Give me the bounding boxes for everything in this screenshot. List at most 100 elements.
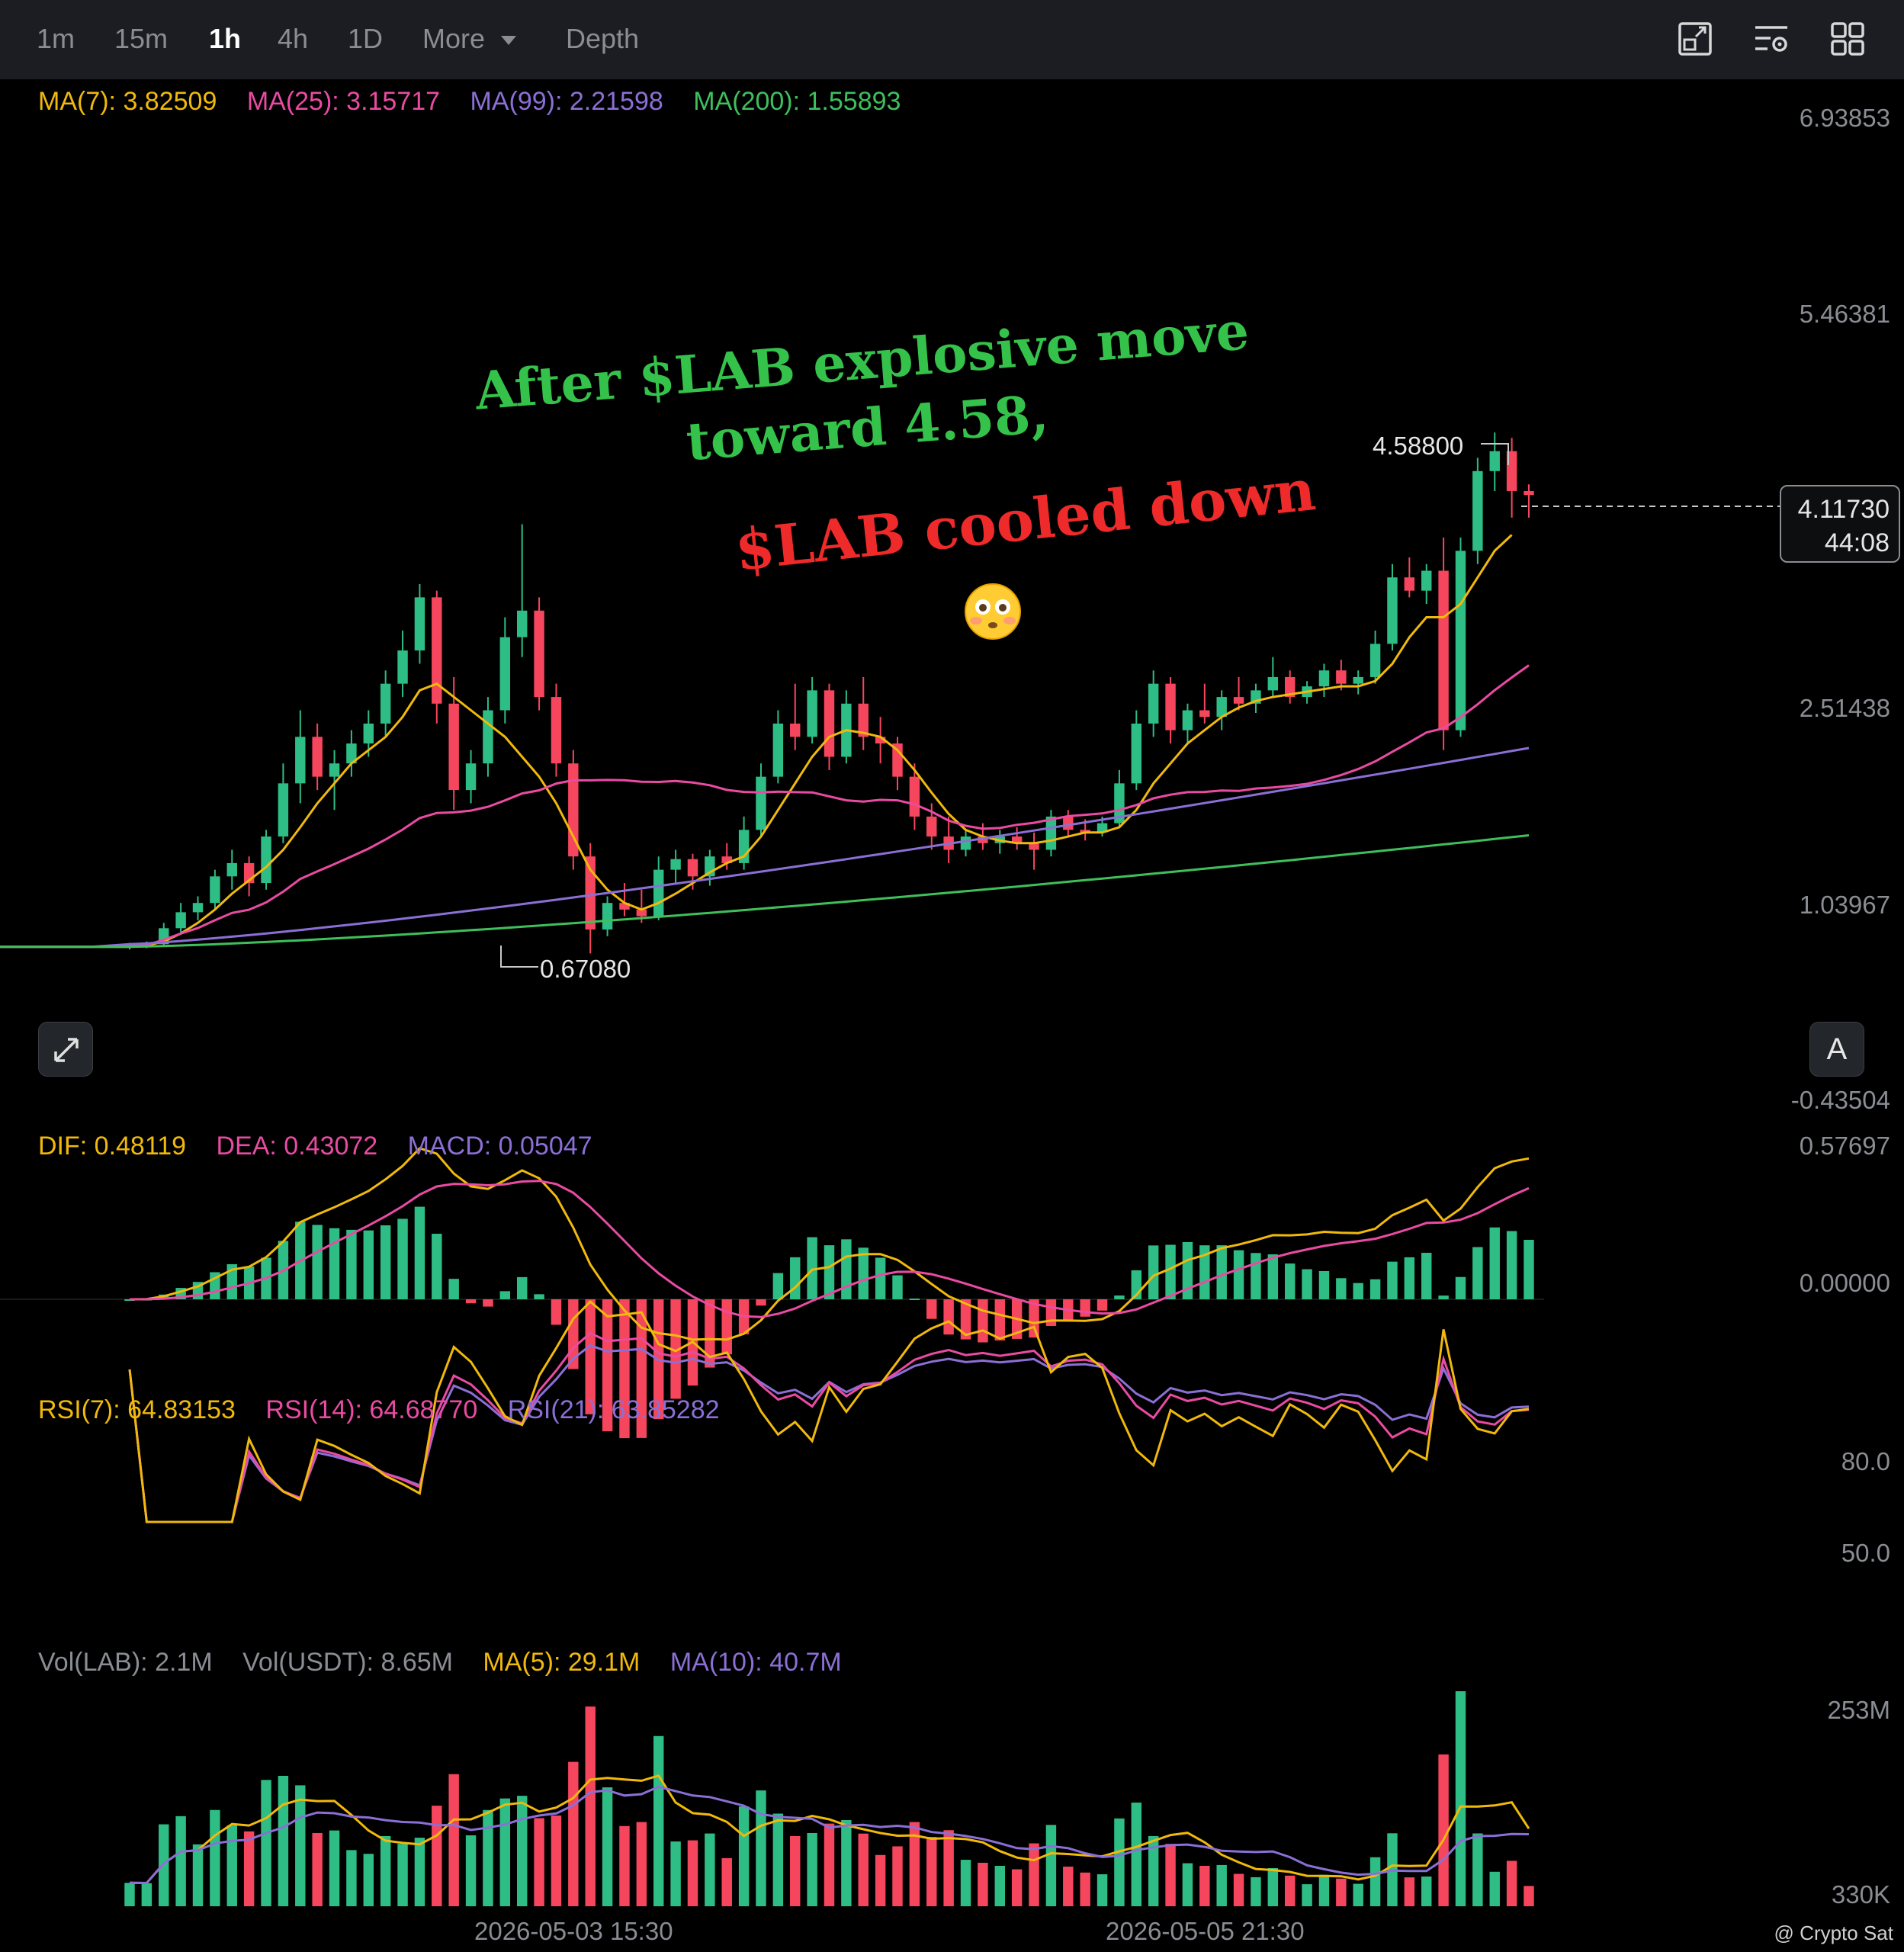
dif-legend: DIF: 0.48119 <box>38 1132 187 1161</box>
candle-countdown: 44:08 <box>1824 528 1890 557</box>
volume-bar <box>636 1822 647 1906</box>
volume-bar <box>261 1780 271 1906</box>
macd-histogram-bar <box>1387 1261 1398 1299</box>
timeframe-1h[interactable]: 1h <box>209 23 241 55</box>
macd-histogram-bar <box>1421 1252 1432 1299</box>
macd-histogram-bar <box>1318 1270 1330 1299</box>
volume-bar <box>380 1835 391 1906</box>
candle-body <box>226 862 237 877</box>
volume-bar <box>432 1806 442 1906</box>
timeframe-1d[interactable]: 1D <box>348 23 383 55</box>
dea-legend: DEA: 0.43072 <box>216 1132 378 1161</box>
macd-histogram-bar <box>1096 1299 1108 1311</box>
indicator-settings-icon[interactable] <box>1752 20 1790 58</box>
candle-body <box>175 912 186 929</box>
depth-tab[interactable]: Depth <box>566 23 639 55</box>
macd-histogram-bar <box>1302 1269 1312 1299</box>
macd-histogram-bar <box>346 1229 357 1299</box>
volume-bar <box>1165 1844 1176 1906</box>
candle-body <box>551 697 562 764</box>
volume-bar <box>1506 1860 1517 1906</box>
candle-body <box>499 637 511 711</box>
candle-body <box>414 597 425 651</box>
fullscreen-button[interactable] <box>38 1022 93 1077</box>
macd-histogram-bar <box>1233 1250 1244 1299</box>
volume-bar <box>243 1831 255 1906</box>
layout-toggle-icon[interactable] <box>1676 20 1714 58</box>
price-tick: 5.46381 <box>1799 300 1890 328</box>
macd-legend: DIF: 0.48119 DEA: 0.43072 MACD: 0.05047 <box>38 1132 615 1161</box>
macd-histogram-bar <box>397 1218 408 1299</box>
rsi14-legend: RSI(14): 64.68770 <box>265 1395 478 1424</box>
macd-histogram-bar <box>414 1206 425 1299</box>
macd-histogram-bar <box>516 1276 528 1299</box>
macd-histogram-bar <box>380 1225 391 1299</box>
macd-histogram-bar <box>926 1299 937 1319</box>
volume-bar <box>858 1833 869 1906</box>
candle-body <box>1267 676 1279 691</box>
candle-body <box>926 816 937 837</box>
more-dropdown[interactable]: More <box>422 23 519 55</box>
ma7-line <box>0 534 1513 949</box>
macd-histogram-bar <box>892 1275 903 1299</box>
macd-histogram-bar <box>1438 1295 1449 1299</box>
candle-body <box>534 610 544 698</box>
rsi21-legend: RSI(21): 63.85282 <box>507 1395 720 1424</box>
date-label: 2026-05-05 21:30 <box>1106 1917 1305 1945</box>
candle-body <box>380 683 391 724</box>
candle-body <box>1318 670 1330 687</box>
candle-body <box>1233 697 1244 704</box>
macd-histogram-bar <box>1455 1276 1466 1299</box>
volume-bar <box>448 1774 459 1906</box>
volume-bar <box>807 1832 817 1906</box>
macd-histogram-bar <box>1524 1240 1534 1299</box>
grid-view-icon[interactable] <box>1829 20 1867 58</box>
candle-body <box>1387 577 1398 644</box>
expand-icon <box>54 1038 79 1062</box>
candle-body <box>261 836 271 884</box>
volume-bar <box>141 1883 153 1906</box>
candle-body <box>363 723 374 744</box>
candle-body <box>1404 577 1415 591</box>
volume-bar <box>534 1818 544 1906</box>
candle-body <box>1421 570 1432 591</box>
volume-bar <box>1267 1867 1279 1906</box>
timeframe-15m[interactable]: 15m <box>114 23 168 55</box>
volume-bar <box>295 1785 306 1906</box>
candle-body <box>1131 723 1142 784</box>
volume-bar <box>1251 1877 1261 1906</box>
macd-histogram-bar <box>841 1239 852 1299</box>
volume-bar <box>772 1813 784 1906</box>
macd-histogram-bar <box>465 1299 477 1304</box>
volume-bar <box>1029 1843 1039 1906</box>
volume-bar <box>892 1846 903 1906</box>
volume-bar <box>159 1824 169 1906</box>
watermark: @ Crypto Sat <box>1774 1922 1893 1944</box>
macd-histogram-bar <box>1404 1257 1415 1299</box>
timeframe-4h[interactable]: 4h <box>278 23 308 55</box>
vol-tick: 253M <box>1827 1696 1890 1724</box>
volume-bar <box>721 1857 732 1906</box>
volume-bar <box>738 1806 750 1906</box>
candle-body <box>1182 710 1193 730</box>
macd-histogram-bar <box>312 1225 323 1299</box>
volume-bar <box>1011 1869 1023 1906</box>
volume-bar <box>551 1816 562 1906</box>
volume-bar <box>1080 1872 1090 1906</box>
volume-bar <box>175 1816 186 1906</box>
volume-bar <box>943 1830 954 1906</box>
timeframe-1m[interactable]: 1m <box>37 23 75 55</box>
volume-bar <box>756 1790 766 1906</box>
volume-bar <box>1404 1877 1415 1906</box>
volume-bar <box>1063 1867 1074 1906</box>
volume-bar <box>841 1819 852 1906</box>
candle-body <box>295 737 306 784</box>
volume-bar <box>978 1862 988 1906</box>
vol-lab-legend: Vol(LAB): 2.1M <box>38 1648 213 1677</box>
low-marker-line <box>500 946 538 968</box>
candle-body <box>1063 816 1074 830</box>
auto-scale-button[interactable]: A <box>1809 1022 1864 1077</box>
volume-bar <box>192 1844 204 1906</box>
volume-bar <box>210 1809 220 1906</box>
macd-histogram-bar <box>1080 1299 1090 1317</box>
